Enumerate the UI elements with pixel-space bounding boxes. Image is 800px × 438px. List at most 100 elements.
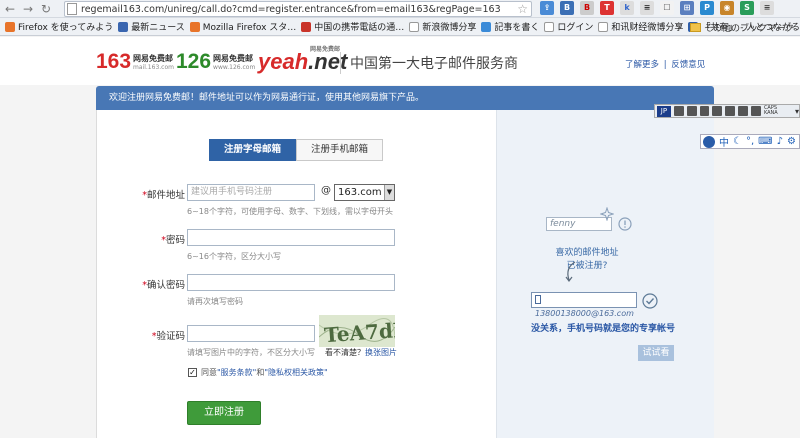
extension-icon[interactable]: ≡: [640, 1, 654, 15]
logo-domain: mail.163.com: [133, 64, 174, 71]
jp-mode-icon[interactable]: JP: [657, 105, 671, 117]
logo-yeah[interactable]: yeah.net 网易免费邮: [258, 46, 347, 73]
bookmark-label: ログイン: [557, 23, 594, 33]
register-button[interactable]: 立即注册: [187, 401, 261, 425]
sparkle-icon: [600, 207, 614, 221]
page-icon: [301, 21, 312, 32]
bookmark-item[interactable]: 和讯财经微博分享: [598, 20, 683, 33]
logo-domain: www.126.com: [213, 64, 256, 71]
folder-icon: [689, 23, 701, 32]
forward-icon[interactable]: →: [20, 1, 36, 17]
registration-form: 注册字母邮箱 注册手机邮箱 *邮件地址 建议用手机号码注册 @ 163.com …: [96, 110, 496, 438]
keyboard-icon[interactable]: ⌨: [758, 136, 772, 147]
captcha-image[interactable]: TeA7dB: [319, 315, 395, 347]
example-email: 13800138000@163.com: [535, 309, 634, 318]
learn-more-link[interactable]: 了解更多: [625, 60, 659, 70]
confirm-label-text: 确认密码: [146, 280, 185, 291]
agree-checkbox[interactable]: ✓: [188, 368, 197, 377]
extension-icons: ⇪ B B T k ≡ ☐ ⊞ P ◉ S ≡: [540, 1, 774, 15]
agree-prefix: 同意: [201, 368, 217, 377]
taken-line2: 已被注册?: [566, 261, 608, 271]
ime-chinese-mode[interactable]: 中: [719, 134, 729, 149]
extension-icon[interactable]: k: [620, 1, 634, 15]
password-hint: 6~16个字符，区分大小写: [187, 252, 281, 261]
gear-icon[interactable]: ⚙: [787, 136, 796, 147]
ime-logo-icon[interactable]: [703, 135, 715, 148]
password-input[interactable]: [187, 229, 395, 246]
menu-icon[interactable]: ≡: [760, 1, 774, 15]
welcome-banner: 欢迎注册网易免费邮！邮件地址可以作为网易通行证，使用其他网易旗下产品。: [96, 86, 714, 110]
toolbar-icon[interactable]: [725, 106, 736, 116]
ime-toolbar: JP CAPS KANA ▾: [654, 104, 800, 118]
extension-icon[interactable]: P: [700, 1, 714, 15]
extension-icon[interactable]: ◉: [720, 1, 734, 15]
address-bar[interactable]: regemail163.com/unireg/call.do?cmd=regis…: [64, 1, 532, 17]
logo-caption: 网易免费邮 mail.163.com: [133, 54, 174, 72]
extension-icon[interactable]: B: [560, 1, 574, 15]
link-separator: |: [663, 60, 667, 70]
reload-icon[interactable]: ↻: [38, 1, 54, 17]
back-icon[interactable]: ←: [2, 1, 18, 17]
password-label-text: 密码: [165, 235, 185, 246]
url-text: regemail163.com/unireg/call.do?cmd=regis…: [81, 3, 501, 15]
punctuation-icon[interactable]: °,: [746, 136, 754, 147]
captcha-noise: TeA7dB: [319, 315, 395, 347]
confirm-password-input[interactable]: [187, 274, 395, 291]
domain-select[interactable]: 163.com ▼: [334, 184, 395, 201]
captcha-refresh-link[interactable]: 换张图片: [365, 348, 397, 357]
logo-name: 网易免费邮: [133, 54, 174, 63]
logo-name: 网易免费邮: [310, 46, 341, 53]
other-bookmarks[interactable]: » その他のブックマーク: [676, 21, 794, 35]
bookmark-label: 和讯财经微博分享: [611, 23, 684, 33]
extension-icon[interactable]: ☐: [660, 1, 674, 15]
help-icon[interactable]: [751, 106, 761, 116]
captcha-refresh[interactable]: 看不清楚？换张图片: [325, 347, 397, 358]
email-input[interactable]: 建议用手机号码注册: [187, 184, 315, 201]
toolbar-icon[interactable]: [712, 106, 723, 116]
privacy-link[interactable]: "隐私权相关政策": [264, 367, 327, 378]
pen-icon: [481, 21, 492, 32]
moon-icon[interactable]: ☾: [733, 136, 742, 147]
logo-126[interactable]: 126 网易免费邮 www.126.com: [176, 51, 255, 72]
chevron-down-icon[interactable]: ▼: [384, 185, 394, 200]
taken-message: 喜欢的邮件地址 已被注册?: [537, 245, 637, 271]
email-hint: 6~18个字符，可使用字母、数字、下划线，需以字母开头: [187, 207, 393, 216]
tab-mobile-mailbox[interactable]: 注册手机邮箱: [296, 139, 384, 161]
logo-caption: 网易免费邮 www.126.com: [213, 54, 255, 72]
bookmark-item[interactable]: Mozilla Firefox スタ…: [189, 20, 297, 33]
bookmark-label: Mozilla Firefox スタ…: [202, 23, 297, 33]
bookmark-item[interactable]: 新浪微博分享: [409, 20, 476, 33]
toolbar-icon[interactable]: [673, 106, 684, 116]
feedback-link[interactable]: 反馈意见: [671, 60, 705, 70]
bookmark-item[interactable]: ログイン: [544, 20, 593, 33]
chevron-right-icon[interactable]: »: [676, 23, 682, 33]
other-bookmarks-label: その他のブックマーク: [703, 24, 794, 34]
bookmark-item[interactable]: 記事を書く: [481, 20, 539, 33]
logo-163[interactable]: 163 网易免费邮 mail.163.com: [96, 51, 174, 72]
bookmark-item[interactable]: 中国の携帯電話の通…: [301, 20, 404, 33]
extension-icon[interactable]: B: [580, 1, 594, 15]
captcha-refresh-prefix: 看不清楚？: [325, 348, 365, 357]
logo-number: 163: [96, 50, 132, 73]
bookmark-item[interactable]: 最新ニュース: [118, 20, 185, 33]
terms-link[interactable]: "服务条款": [217, 367, 256, 378]
logo-yeah-text: yeah.net: [258, 51, 347, 73]
extension-icon[interactable]: ⊞: [680, 1, 694, 15]
captcha-input[interactable]: [187, 325, 315, 342]
toolbar-icon[interactable]: [686, 106, 697, 116]
bookmark-star-icon[interactable]: ☆: [517, 2, 528, 16]
extension-icon[interactable]: S: [740, 1, 754, 15]
extension-icon[interactable]: T: [600, 1, 614, 15]
try-button[interactable]: 试试看: [638, 345, 674, 361]
microphone-icon[interactable]: ♪: [777, 136, 783, 147]
bookmarks-bar: Firefox を使ってみよう 最新ニュース Mozilla Firefox ス…: [0, 18, 800, 36]
logo-number: 126: [176, 50, 212, 73]
captcha-text: TeA7dB: [323, 317, 395, 347]
agreement: ✓ 同意 "服务条款" 和 "隐私权相关政策": [188, 367, 328, 378]
chevron-down-icon[interactable]: ▾: [795, 107, 799, 116]
toolbar-icon[interactable]: [699, 106, 710, 116]
toolbar-icon[interactable]: [738, 106, 749, 116]
tab-letter-mailbox[interactable]: 注册字母邮箱: [209, 139, 297, 161]
bookmark-item[interactable]: Firefox を使ってみよう: [5, 20, 113, 33]
extension-icon[interactable]: ⇪: [540, 1, 554, 15]
